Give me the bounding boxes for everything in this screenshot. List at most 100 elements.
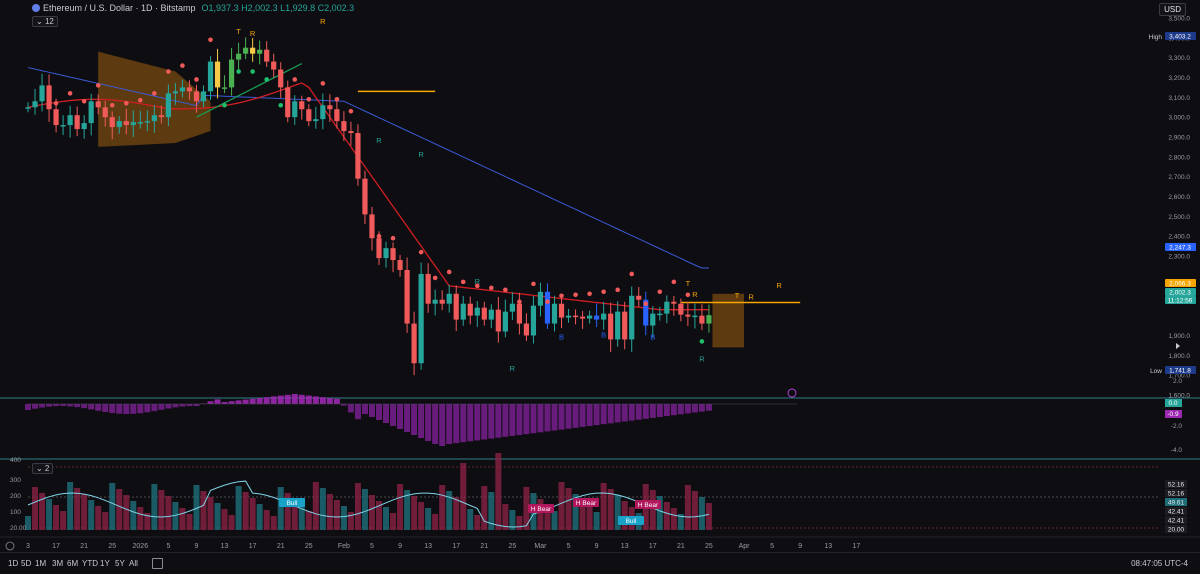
price-label-last: 2,002.3 xyxy=(1169,290,1191,297)
osc-bar xyxy=(390,404,397,426)
candle xyxy=(530,305,537,336)
osc-bar xyxy=(291,394,298,404)
indicators-collapse-button[interactable]: ⌄ 12 xyxy=(32,16,58,27)
trail-dot xyxy=(109,102,115,108)
timeframe-5d[interactable]: 5D xyxy=(21,559,31,568)
trail-dot xyxy=(460,279,466,285)
candle xyxy=(481,307,487,320)
osc2-bar xyxy=(705,503,712,530)
candle xyxy=(629,295,635,340)
candle xyxy=(144,121,150,123)
time-tick: 2026 xyxy=(133,543,149,550)
candle xyxy=(362,178,368,215)
candle xyxy=(369,214,375,239)
osc2-bar xyxy=(81,494,88,530)
osc2-bar xyxy=(432,514,439,530)
candle xyxy=(657,313,663,316)
candle xyxy=(53,109,59,126)
candle xyxy=(355,133,361,179)
signal-label-r: R xyxy=(692,290,698,299)
trail-dot xyxy=(517,299,522,305)
candle xyxy=(306,109,312,122)
osc-bar xyxy=(137,404,144,414)
candle xyxy=(439,299,445,304)
osc2-bar xyxy=(270,516,277,530)
time-tick: 25 xyxy=(305,543,313,550)
indicator-collapse-button[interactable]: ⌄ 2 xyxy=(32,463,54,474)
price-tick: 2,800.0 xyxy=(1168,154,1190,161)
osc-bar xyxy=(165,404,172,409)
osc-bar xyxy=(649,404,656,418)
osc-bar xyxy=(179,404,186,407)
calendar-icon[interactable] xyxy=(152,558,163,569)
osc-bar xyxy=(186,404,193,407)
trail-dot xyxy=(180,63,185,68)
osc2-bar xyxy=(221,509,228,530)
candle xyxy=(123,121,129,126)
trail-dot xyxy=(531,281,536,287)
osc2-bar xyxy=(670,508,677,530)
timeframe-ytd[interactable]: YTD xyxy=(82,559,98,568)
signal-label-t: T xyxy=(686,279,691,288)
osc-bar xyxy=(418,404,425,438)
candle xyxy=(158,115,164,118)
price-tick: 3,200.0 xyxy=(1168,75,1190,82)
trail-dot xyxy=(123,100,129,106)
osc2-bar xyxy=(691,491,698,530)
candle xyxy=(565,315,572,318)
osc2-bar xyxy=(361,489,368,530)
signal-label-t: T xyxy=(236,27,241,36)
price-tick: 3,100.0 xyxy=(1168,95,1190,102)
osc-bar xyxy=(656,404,663,417)
timeframe-5y[interactable]: 5Y xyxy=(115,559,125,568)
osc-bar xyxy=(39,404,46,408)
osc2-bar xyxy=(537,499,544,530)
timeframe-all[interactable]: All xyxy=(129,559,138,568)
timeframe-1m[interactable]: 1M xyxy=(35,559,46,568)
price-tick: 2,700.0 xyxy=(1168,174,1190,181)
osc-bar xyxy=(397,404,404,429)
signal-label-r: R xyxy=(475,277,481,286)
candle xyxy=(348,131,354,134)
time-tick: 21 xyxy=(277,543,285,550)
currency-button[interactable]: USD xyxy=(1159,3,1186,16)
osc2-bar xyxy=(256,504,263,530)
osc-bar xyxy=(235,400,242,404)
timeframe-6m[interactable]: 6M xyxy=(67,559,78,568)
candle xyxy=(341,121,347,132)
osc2-bar xyxy=(593,512,600,530)
timeframe-3m[interactable]: 3M xyxy=(52,559,63,568)
osc2-bar xyxy=(439,485,446,530)
candle xyxy=(39,85,45,102)
osc-bar xyxy=(474,404,481,441)
trail-dot xyxy=(376,233,382,239)
trail-dot xyxy=(503,287,508,293)
price-label-high-name: High xyxy=(1149,34,1163,41)
trail-dot xyxy=(657,289,663,295)
osc2-bar xyxy=(397,484,404,530)
candle xyxy=(383,248,389,259)
trail-dot xyxy=(292,77,298,82)
candle xyxy=(544,291,551,324)
trail-dot xyxy=(306,97,312,102)
candle xyxy=(537,291,544,306)
osc-bar xyxy=(502,404,509,437)
trail-dot xyxy=(446,269,452,275)
candle xyxy=(432,299,438,304)
osc-bar xyxy=(130,404,137,414)
candle xyxy=(671,301,677,304)
divergence-tag-label: Bull xyxy=(626,518,637,525)
time-tick: 5 xyxy=(370,543,374,550)
chart-canvas[interactable]: 3,500.03,400.03,300.03,200.03,100.03,000… xyxy=(0,0,1200,573)
timeframe-1y[interactable]: 1Y xyxy=(100,559,110,568)
time-tick: 9 xyxy=(195,543,199,550)
osc-bar xyxy=(670,404,677,416)
candle xyxy=(650,313,656,326)
osc-bar xyxy=(460,404,467,443)
osc-bar xyxy=(467,404,474,442)
time-tick: 13 xyxy=(424,543,432,550)
osc-bar xyxy=(565,404,572,429)
osc-bar xyxy=(593,404,600,426)
timeframe-1d[interactable]: 1D xyxy=(8,559,18,568)
osc-bar xyxy=(151,404,158,412)
